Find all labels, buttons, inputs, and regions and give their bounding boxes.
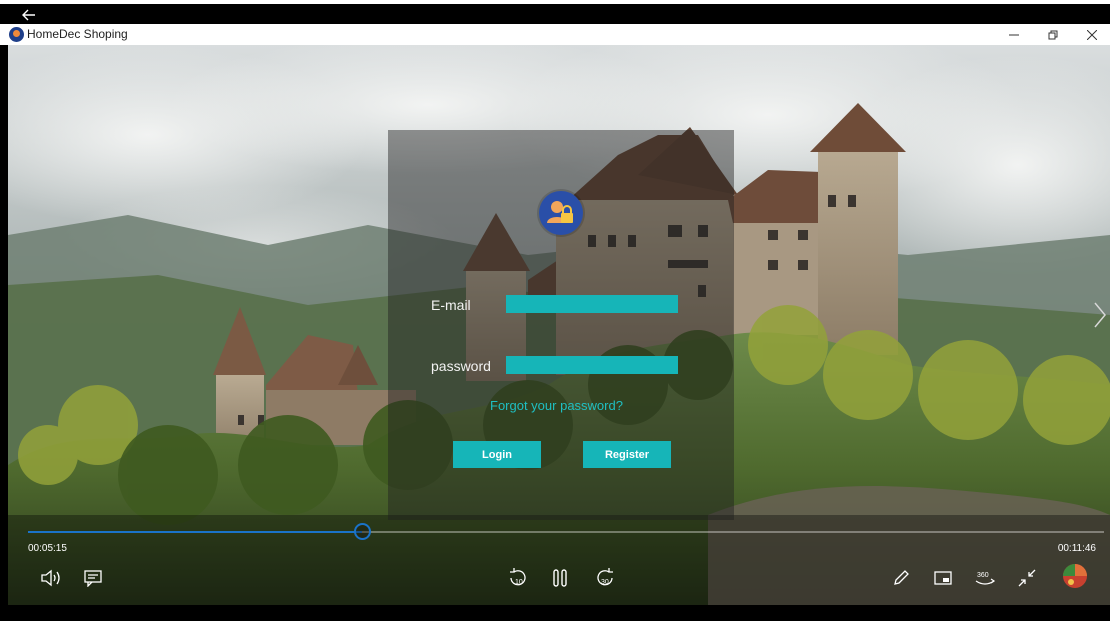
skip-back-icon: 10 [510, 568, 526, 586]
view-360-button[interactable]: 360 [972, 565, 998, 591]
restore-icon [1048, 30, 1058, 39]
minimize-button[interactable] [993, 24, 1035, 45]
total-time: 00:11:46 [1057, 543, 1096, 554]
skip-back-seconds: 10 [515, 579, 523, 586]
seek-progress [28, 531, 362, 533]
pause-button[interactable] [547, 565, 573, 591]
top-bar [0, 0, 1110, 24]
user-lock-glyph [547, 201, 573, 223]
login-button[interactable]: Login [453, 441, 541, 468]
skip-back-button[interactable]: 10 [505, 565, 531, 591]
video-stage[interactable]: E-mail password Forgot your password? Lo… [8, 45, 1110, 605]
bottom-frame [0, 605, 1110, 621]
mini-player-button[interactable] [930, 565, 956, 591]
close-button[interactable] [1071, 24, 1110, 45]
draw-button[interactable] [888, 565, 914, 591]
subtitles-button[interactable] [80, 565, 106, 591]
view-360-label: 360 [977, 572, 989, 579]
next-button[interactable] [1092, 300, 1108, 330]
minimize-icon [1009, 34, 1019, 35]
app-title: HomeDec Shoping [27, 27, 128, 41]
close-icon [1087, 29, 1097, 40]
skip-forward-button[interactable]: 30 [592, 565, 618, 591]
mini-player-icon [934, 571, 952, 585]
forgot-password-link[interactable]: Forgot your password? [490, 398, 623, 413]
pause-icon [553, 569, 567, 587]
app-logo-icon [9, 27, 24, 42]
subtitles-icon [84, 570, 102, 587]
register-button[interactable]: Register [583, 441, 671, 468]
login-panel: E-mail password Forgot your password? Lo… [388, 130, 734, 520]
password-label: password [431, 358, 491, 374]
pen-icon [894, 570, 909, 585]
chevron-right-icon [1094, 302, 1106, 328]
user-lock-icon [539, 191, 583, 235]
app-menu-button[interactable] [1060, 561, 1090, 591]
restore-button[interactable] [1032, 24, 1074, 45]
exit-fullscreen-button[interactable] [1014, 565, 1040, 591]
password-field[interactable] [506, 356, 678, 374]
top-divider [0, 0, 1110, 4]
seek-thumb[interactable] [353, 523, 371, 540]
volume-icon [41, 569, 60, 587]
skip-forward-icon: 30 [597, 568, 613, 586]
current-time: 00:05:15 [28, 543, 67, 554]
window-title-bar: HomeDec Shoping [0, 24, 1110, 45]
left-frame [0, 45, 8, 605]
back-button[interactable] [18, 3, 40, 21]
email-label: E-mail [431, 297, 471, 313]
color-wheel-icon [1063, 564, 1087, 588]
back-arrow-icon [22, 9, 35, 21]
collapse-icon [1018, 569, 1036, 587]
seek-bar[interactable] [28, 523, 1104, 540]
email-field[interactable] [506, 295, 678, 313]
skip-forward-seconds: 30 [601, 579, 609, 586]
view-360-icon: 360 [975, 572, 996, 585]
volume-button[interactable] [38, 565, 64, 591]
